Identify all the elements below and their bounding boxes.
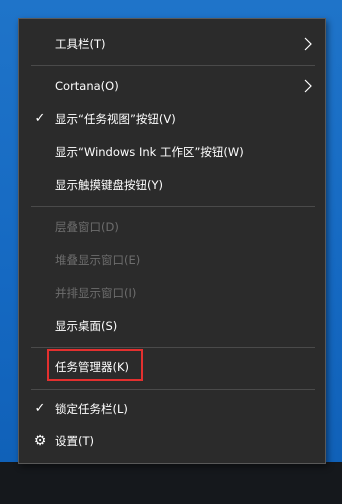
menu-separator xyxy=(31,347,315,348)
task-manager-highlight-box xyxy=(47,349,143,381)
chevron-right-icon xyxy=(304,79,312,93)
menu-separator xyxy=(31,389,315,390)
menu-item-label: 显示触摸键盘按钮(Y) xyxy=(55,178,163,192)
menu-item-label: 堆叠显示窗口(E) xyxy=(55,253,141,267)
checkmark-icon: ✓ xyxy=(34,401,46,416)
menu-item-lock-taskbar[interactable]: ✓ 锁定任务栏(L) xyxy=(19,394,325,424)
menu-item-side-by-side-windows: 并排显示窗口(I) xyxy=(19,278,325,308)
menu-item-settings[interactable]: ⚙ 设置(T) xyxy=(19,426,325,456)
gear-icon: ⚙ xyxy=(33,433,47,449)
menu-item-label: Cortana(O) xyxy=(55,79,119,93)
menu-item-label: 并排显示窗口(I) xyxy=(55,286,137,300)
menu-item-label: 工具栏(T) xyxy=(55,37,106,51)
menu-item-stack-windows: 堆叠显示窗口(E) xyxy=(19,245,325,275)
menu-separator xyxy=(31,65,315,66)
checkmark-icon: ✓ xyxy=(34,111,46,126)
menu-item-label: 锁定任务栏(L) xyxy=(55,402,128,416)
menu-item-label: 显示“Windows Ink 工作区”按钮(W) xyxy=(55,145,244,159)
menu-item-label: 显示“任务视图”按钮(V) xyxy=(55,112,176,126)
chevron-right-icon xyxy=(304,37,312,51)
menu-item-show-touch-keyboard-button[interactable]: 显示触摸键盘按钮(Y) xyxy=(19,170,325,200)
menu-separator xyxy=(31,206,315,207)
menu-item-show-desktop[interactable]: 显示桌面(S) xyxy=(19,311,325,341)
taskbar[interactable] xyxy=(0,462,342,504)
menu-item-label: 显示桌面(S) xyxy=(55,319,118,333)
menu-item-label: 层叠窗口(D) xyxy=(55,220,119,234)
menu-item-label: 设置(T) xyxy=(55,434,94,448)
menu-item-toolbars[interactable]: 工具栏(T) xyxy=(19,29,325,59)
menu-item-cortana[interactable]: Cortana(O) xyxy=(19,71,325,101)
menu-item-show-task-view-button[interactable]: ✓ 显示“任务视图”按钮(V) xyxy=(19,104,325,134)
menu-item-cascade-windows: 层叠窗口(D) xyxy=(19,212,325,242)
menu-item-show-windows-ink-button[interactable]: 显示“Windows Ink 工作区”按钮(W) xyxy=(19,137,325,167)
taskbar-context-menu: 工具栏(T) Cortana(O) ✓ 显示“任务视图”按钮(V) 显示“Win… xyxy=(18,18,326,464)
